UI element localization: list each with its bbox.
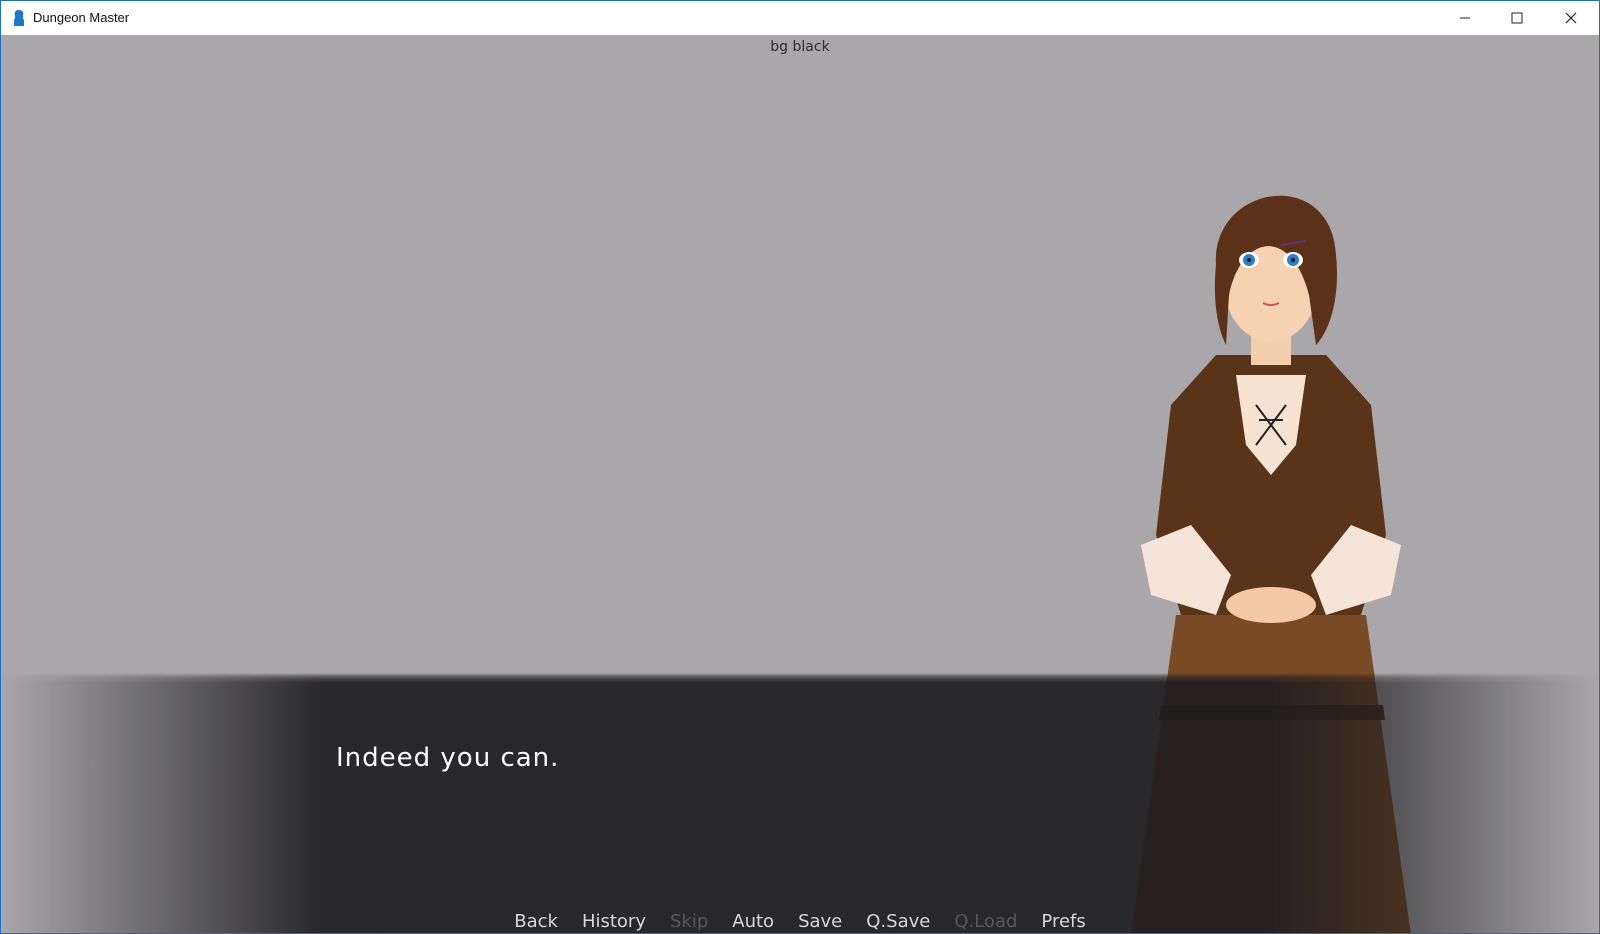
- quick-menu-qload[interactable]: Q.Load: [942, 911, 1029, 932]
- minimize-button[interactable]: [1439, 1, 1491, 35]
- quick-menu-prefs[interactable]: Prefs: [1029, 911, 1097, 932]
- dialogue-text: Indeed you can.: [336, 743, 560, 773]
- game-window: Dungeon Master bg black Indeed you can. …: [0, 0, 1600, 934]
- maximize-button[interactable]: [1491, 1, 1543, 35]
- game-scene[interactable]: bg black Indeed you can. Back History Sk…: [1, 35, 1599, 933]
- quick-menu-history[interactable]: History: [570, 911, 658, 932]
- minimize-icon: [1460, 17, 1470, 19]
- app-silhouette-icon: [14, 10, 24, 26]
- maximize-icon: [1511, 12, 1523, 24]
- quick-menu-skip[interactable]: Skip: [658, 911, 720, 932]
- dialogue-box[interactable]: [1, 673, 1599, 933]
- quick-menu-save[interactable]: Save: [786, 911, 854, 932]
- close-icon: [1565, 12, 1577, 24]
- close-button[interactable]: [1545, 1, 1597, 35]
- window-title: Dungeon Master: [33, 10, 130, 25]
- scene-debug-label: bg black: [770, 39, 830, 55]
- title-bar[interactable]: Dungeon Master: [1, 1, 1599, 35]
- quick-menu-back[interactable]: Back: [502, 911, 570, 932]
- quick-menu: Back History Skip Auto Save Q.Save Q.Loa…: [1, 911, 1599, 932]
- quick-menu-auto[interactable]: Auto: [720, 911, 786, 932]
- quick-menu-qsave[interactable]: Q.Save: [854, 911, 942, 932]
